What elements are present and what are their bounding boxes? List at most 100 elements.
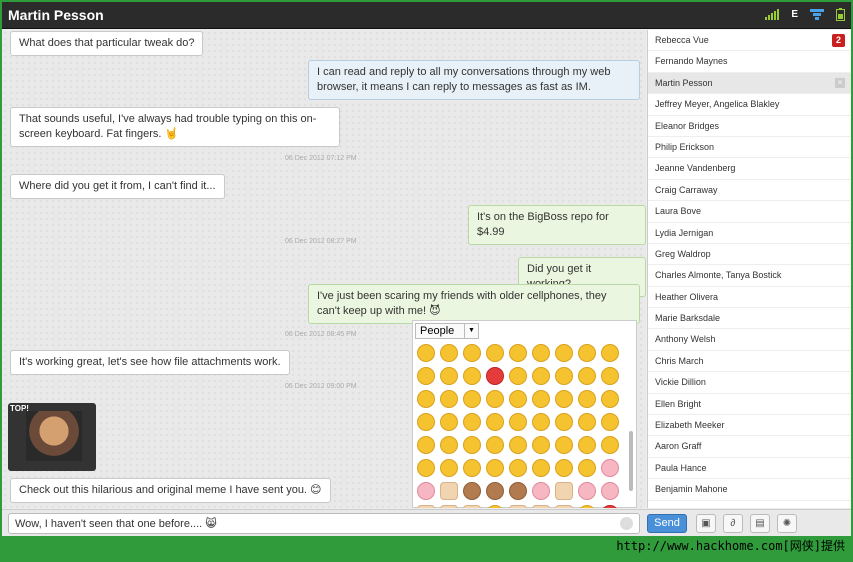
emoji-icon[interactable] (601, 505, 619, 508)
emoji-icon[interactable] (601, 344, 619, 362)
emoji-icon[interactable] (486, 413, 504, 431)
emoji-scrollbar[interactable] (629, 431, 633, 491)
conversation-item[interactable]: Paula Hance (648, 458, 851, 480)
emoji-icon[interactable] (532, 367, 550, 385)
emoji-icon[interactable] (417, 344, 435, 362)
emoji-icon[interactable] (486, 436, 504, 454)
emoji-icon[interactable] (509, 482, 527, 500)
conversation-item-active[interactable]: Martin Pesson × (648, 72, 851, 95)
emoji-icon[interactable] (417, 390, 435, 408)
conversation-item[interactable]: Greg Waldrop (648, 244, 851, 266)
emoji-icon[interactable] (532, 436, 550, 454)
sticky-note-icon[interactable]: ▤ (750, 514, 770, 533)
emoji-icon[interactable] (532, 344, 550, 362)
emoji-icon[interactable] (509, 344, 527, 362)
emoji-icon[interactable] (417, 459, 435, 477)
conversation-item[interactable]: Marie Barksdale (648, 308, 851, 330)
emoji-icon[interactable] (555, 436, 573, 454)
conversation-item[interactable]: Anthony Welsh (648, 329, 851, 351)
conversation-item[interactable]: Aaron Graff (648, 436, 851, 458)
emoji-icon[interactable] (417, 413, 435, 431)
conversation-item[interactable]: Chris March (648, 351, 851, 373)
conversation-item[interactable]: Elizabeth Meeker (648, 415, 851, 437)
emoji-icon[interactable] (486, 390, 504, 408)
conversation-item[interactable]: Rebecca Vue 2 (648, 30, 851, 52)
conversation-item[interactable]: Lydia Jernigan (648, 223, 851, 244)
emoji-icon[interactable] (440, 436, 458, 454)
conversation-item[interactable]: Charles Almonte, Tanya Bostick (648, 265, 851, 287)
emoji-icon[interactable] (509, 459, 527, 477)
emoji-category-select[interactable]: People ▼ (415, 323, 479, 339)
emoji-icon[interactable] (601, 413, 619, 431)
emoji-icon[interactable] (417, 436, 435, 454)
emoji-icon[interactable] (440, 367, 458, 385)
emoji-icon[interactable] (486, 367, 504, 385)
emoji-icon[interactable] (578, 367, 596, 385)
emoji-icon[interactable] (578, 482, 596, 500)
emoji-icon[interactable] (578, 459, 596, 477)
emoji-icon[interactable] (601, 436, 619, 454)
emoji-icon[interactable] (578, 505, 596, 508)
emoji-icon[interactable] (509, 413, 527, 431)
emoji-icon[interactable] (509, 505, 527, 508)
camera-icon[interactable]: ▣ (696, 514, 716, 533)
emoji-icon[interactable] (509, 390, 527, 408)
emoji-icon[interactable] (578, 390, 596, 408)
emoji-icon[interactable] (417, 482, 435, 500)
emoji-icon[interactable] (486, 482, 504, 500)
emoji-icon[interactable] (555, 344, 573, 362)
emoji-icon[interactable] (601, 390, 619, 408)
emoji-icon[interactable] (532, 482, 550, 500)
emoji-icon[interactable] (532, 413, 550, 431)
emoji-icon[interactable] (440, 413, 458, 431)
gear-icon[interactable]: ✺ (777, 514, 797, 533)
paperclip-icon[interactable]: ∂ (723, 514, 743, 533)
message-thread[interactable]: What does that particular tweak do? I ca… (2, 30, 646, 508)
conversation-item[interactable]: Eleanor Bridges (648, 116, 851, 137)
emoji-icon[interactable] (486, 459, 504, 477)
conversation-item[interactable]: Ellen Bright (648, 394, 851, 416)
conversation-item[interactable]: Philip Erickson (648, 137, 851, 159)
emoji-icon[interactable] (463, 367, 481, 385)
conversation-item[interactable]: Fernando Maynes (648, 51, 851, 73)
emoji-icon[interactable] (440, 390, 458, 408)
emoji-icon[interactable] (601, 367, 619, 385)
emoji-icon[interactable] (463, 482, 481, 500)
message-input[interactable]: Wow, I haven't seen that one before.... … (8, 513, 640, 534)
emoji-icon[interactable] (555, 459, 573, 477)
emoji-icon[interactable] (463, 505, 481, 508)
conversation-item[interactable]: Jeanne Vandenberg (648, 158, 851, 180)
emoji-icon[interactable] (532, 505, 550, 508)
emoji-icon[interactable] (440, 482, 458, 500)
meme-image-attachment[interactable]: TOP! (8, 403, 96, 471)
emoji-icon[interactable] (463, 436, 481, 454)
conversation-list[interactable]: Rebecca Vue 2 Fernando Maynes Martin Pes… (647, 30, 851, 508)
emoji-icon[interactable] (555, 413, 573, 431)
emoji-icon[interactable] (509, 436, 527, 454)
conversation-item[interactable]: Vickie Dillion (648, 372, 851, 394)
emoji-icon[interactable] (555, 390, 573, 408)
emoji-icon[interactable] (463, 390, 481, 408)
emoji-icon[interactable] (532, 390, 550, 408)
conversation-item[interactable]: Heather Olivera (648, 287, 851, 309)
emoji-toggle-icon[interactable] (620, 517, 633, 530)
emoji-icon[interactable] (440, 505, 458, 508)
emoji-icon[interactable] (417, 367, 435, 385)
emoji-icon[interactable] (486, 505, 504, 508)
emoji-icon[interactable] (555, 482, 573, 500)
close-icon[interactable]: × (835, 77, 845, 88)
emoji-icon[interactable] (555, 367, 573, 385)
emoji-icon[interactable] (463, 413, 481, 431)
emoji-icon[interactable] (486, 344, 504, 362)
emoji-icon[interactable] (417, 505, 435, 508)
emoji-icon[interactable] (463, 344, 481, 362)
emoji-icon[interactable] (578, 344, 596, 362)
emoji-icon[interactable] (578, 436, 596, 454)
emoji-icon[interactable] (601, 459, 619, 477)
emoji-icon[interactable] (440, 344, 458, 362)
emoji-icon[interactable] (463, 459, 481, 477)
send-button[interactable]: Send (647, 514, 687, 533)
conversation-item[interactable]: Craig Carraway (648, 180, 851, 202)
emoji-icon[interactable] (440, 459, 458, 477)
conversation-item[interactable]: Jeffrey Meyer, Angelica Blakley (648, 94, 851, 116)
